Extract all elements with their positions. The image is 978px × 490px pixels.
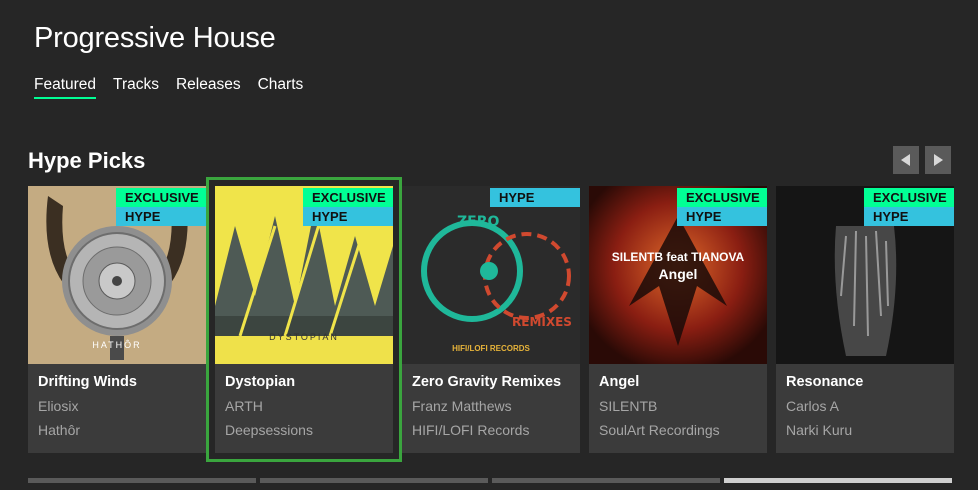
artwork-caption: DYSTOPIAN <box>269 332 339 342</box>
pager-segment[interactable] <box>492 478 720 483</box>
release-title[interactable]: Angel <box>599 374 757 390</box>
release-artwork: ZERO REMIXES HIFI/LOFI RECORDS HYPE <box>402 186 580 364</box>
pager-segment-active[interactable] <box>724 478 952 483</box>
tab-charts[interactable]: Charts <box>258 76 304 99</box>
hype-badge: HYPE <box>490 188 580 207</box>
triangle-right-icon <box>934 154 943 166</box>
svg-text:REMIXES: REMIXES <box>512 315 572 329</box>
release-title[interactable]: Drifting Winds <box>38 374 196 390</box>
artwork-title-text: Angel <box>658 266 698 282</box>
tab-bar: Featured Tracks Releases Charts <box>34 76 303 99</box>
release-card-selected[interactable]: DYSTOPIAN EXCLUSIVE HYPE Dystopian ARTH … <box>206 177 402 462</box>
artwork-caption: HIFI/LOFI RECORDS <box>452 344 530 353</box>
release-card[interactable]: ZERO REMIXES HIFI/LOFI RECORDS HYPE Zero… <box>402 186 580 453</box>
release-artist[interactable]: Franz Matthews <box>412 398 570 414</box>
release-label[interactable]: HIFI/LOFI Records <box>412 422 570 438</box>
release-artist[interactable]: SILENTB <box>599 398 757 414</box>
release-label[interactable]: SoulArt Recordings <box>599 422 757 438</box>
release-title[interactable]: Dystopian <box>225 374 383 390</box>
release-artwork: SILENTB feat TIANOVA Angel EXCLUSIVE HYP… <box>589 186 767 364</box>
exclusive-badge: EXCLUSIVE <box>303 188 393 207</box>
release-card[interactable]: EXCLUSIVE HYPE Resonance Carlos A Narki … <box>776 186 954 453</box>
tab-releases[interactable]: Releases <box>176 76 241 99</box>
triangle-left-icon <box>901 154 910 166</box>
release-artwork: DYSTOPIAN EXCLUSIVE HYPE <box>215 186 393 364</box>
hype-badge: HYPE <box>116 207 206 226</box>
release-artist[interactable]: Eliosix <box>38 398 196 414</box>
release-artist[interactable]: ARTH <box>225 398 383 414</box>
pager-segment[interactable] <box>28 478 256 483</box>
release-carousel: HATHÔR EXCLUSIVE HYPE Drifting Winds Eli… <box>28 177 954 462</box>
carousel-prev-button[interactable] <box>893 146 919 174</box>
artwork-artist-text: SILENTB feat TIANOVA <box>611 250 745 264</box>
release-artist[interactable]: Carlos A <box>786 398 944 414</box>
release-label[interactable]: Narki Kuru <box>786 422 944 438</box>
artwork-caption: HATHÔR <box>92 340 142 350</box>
artwork-image: ZERO REMIXES <box>402 186 580 364</box>
exclusive-badge: EXCLUSIVE <box>864 188 954 207</box>
hype-badge: HYPE <box>677 207 767 226</box>
release-artwork: HATHÔR EXCLUSIVE HYPE <box>28 186 206 364</box>
hype-badge: HYPE <box>864 207 954 226</box>
release-title[interactable]: Resonance <box>786 374 944 390</box>
release-label[interactable]: Deepsessions <box>225 422 383 438</box>
pager-segment[interactable] <box>260 478 488 483</box>
exclusive-badge: EXCLUSIVE <box>116 188 206 207</box>
carousel-next-button[interactable] <box>925 146 951 174</box>
hype-badge: HYPE <box>303 207 393 226</box>
carousel-pager <box>28 478 952 483</box>
release-card[interactable]: HATHÔR EXCLUSIVE HYPE Drifting Winds Eli… <box>28 186 206 453</box>
release-card[interactable]: SILENTB feat TIANOVA Angel EXCLUSIVE HYP… <box>589 186 767 453</box>
release-artwork: EXCLUSIVE HYPE <box>776 186 954 364</box>
section-title: Hype Picks <box>28 148 146 173</box>
page-title: Progressive House <box>34 22 276 54</box>
release-label[interactable]: Hathôr <box>38 422 196 438</box>
carousel-nav <box>893 146 951 174</box>
tab-featured[interactable]: Featured <box>34 76 97 99</box>
svg-text:ZERO: ZERO <box>457 214 499 230</box>
release-title[interactable]: Zero Gravity Remixes <box>412 374 570 390</box>
exclusive-badge: EXCLUSIVE <box>677 188 767 207</box>
tab-tracks[interactable]: Tracks <box>113 76 159 99</box>
